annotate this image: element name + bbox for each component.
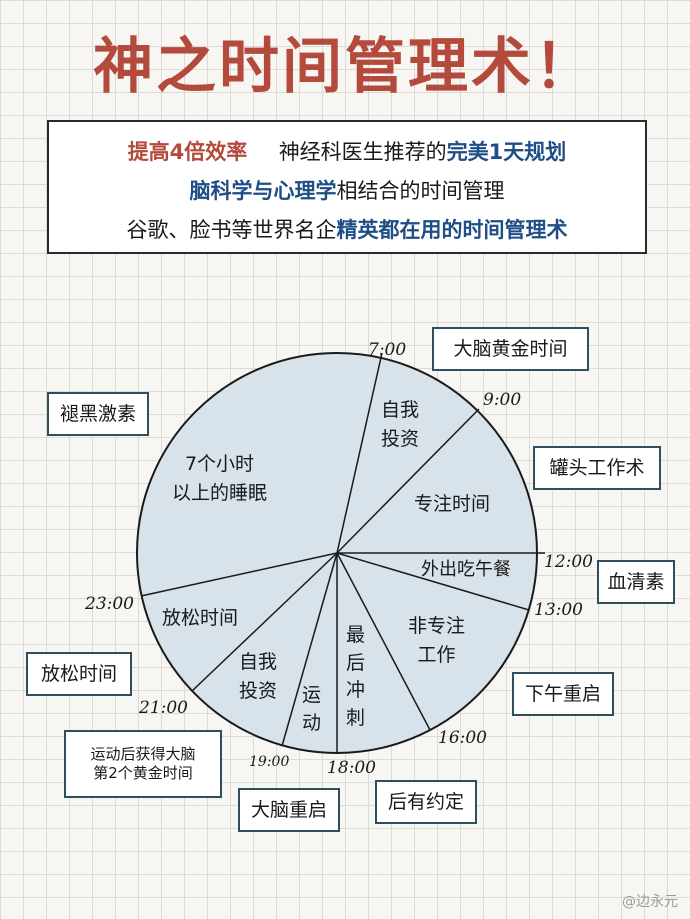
segment-sleep: 7个小时 以上的睡眠 (172, 450, 267, 507)
segment-nonfocus-line2: 工作 (417, 643, 456, 666)
segment-final-1: 最 (346, 624, 366, 646)
time-9: 9:00 (483, 390, 522, 410)
time-21: 21:00 (139, 698, 188, 718)
label-appointment: 后有约定 (375, 780, 477, 824)
segment-exercise-2: 动 (302, 711, 322, 734)
segment-sleep-line2: 以上的睡眠 (172, 481, 268, 504)
label-after-exercise-line2: 第2个黄金时间 (93, 764, 193, 782)
time-13: 13:00 (534, 600, 583, 620)
label-brain-restart: 大脑重启 (238, 788, 340, 832)
label-after-exercise: 运动后获得大脑 第2个黄金时间 (64, 730, 222, 798)
segment-lunch: 外出吃午餐 (421, 559, 511, 580)
label-canned-work: 罐头工作术 (533, 446, 661, 490)
segment-exercise-1: 运 (302, 684, 322, 706)
segment-self-invest-pm-line1: 自我 (239, 651, 278, 673)
segment-self-invest-pm-line2: 投资 (239, 679, 278, 702)
segment-nonfocus: 非专注 工作 (408, 612, 465, 669)
segment-relax: 放松时间 (162, 607, 239, 629)
time-12: 12:00 (544, 552, 593, 572)
label-golden-time: 大脑黄金时间 (432, 327, 589, 371)
segment-focus: 专注时间 (414, 493, 491, 515)
segment-self-invest-am-line1: 自我 (381, 399, 420, 421)
time-18: 18:00 (327, 758, 376, 778)
segment-nonfocus-line1: 非专注 (408, 615, 466, 637)
label-relax-time: 放松时间 (26, 652, 132, 696)
watermark: @边永元 (622, 894, 678, 910)
time-7: 7:00 (368, 340, 407, 360)
label-serotonin: 血清素 (597, 560, 675, 604)
label-after-exercise-line1: 运动后获得大脑 (90, 744, 196, 763)
segment-sleep-line1: 7个小时 (184, 453, 255, 475)
label-afternoon-restart: 下午重启 (512, 672, 614, 716)
segment-final-4: 刺 (346, 706, 366, 729)
segment-final-2: 后 (346, 651, 366, 674)
segment-final-sprint: 最 后 冲 刺 (346, 622, 365, 732)
time-19: 19:00 (249, 754, 290, 770)
segment-self-invest-pm: 自我 投资 (239, 648, 277, 705)
segment-final-3: 冲 (346, 679, 366, 702)
time-23: 23:00 (85, 594, 134, 614)
segment-exercise: 运 动 (302, 682, 321, 737)
segment-self-invest-am-line2: 投资 (381, 427, 420, 450)
time-16: 16:00 (438, 728, 487, 748)
label-melatonin: 褪黑激素 (47, 392, 149, 436)
segment-self-invest-am: 自我 投资 (381, 396, 419, 453)
